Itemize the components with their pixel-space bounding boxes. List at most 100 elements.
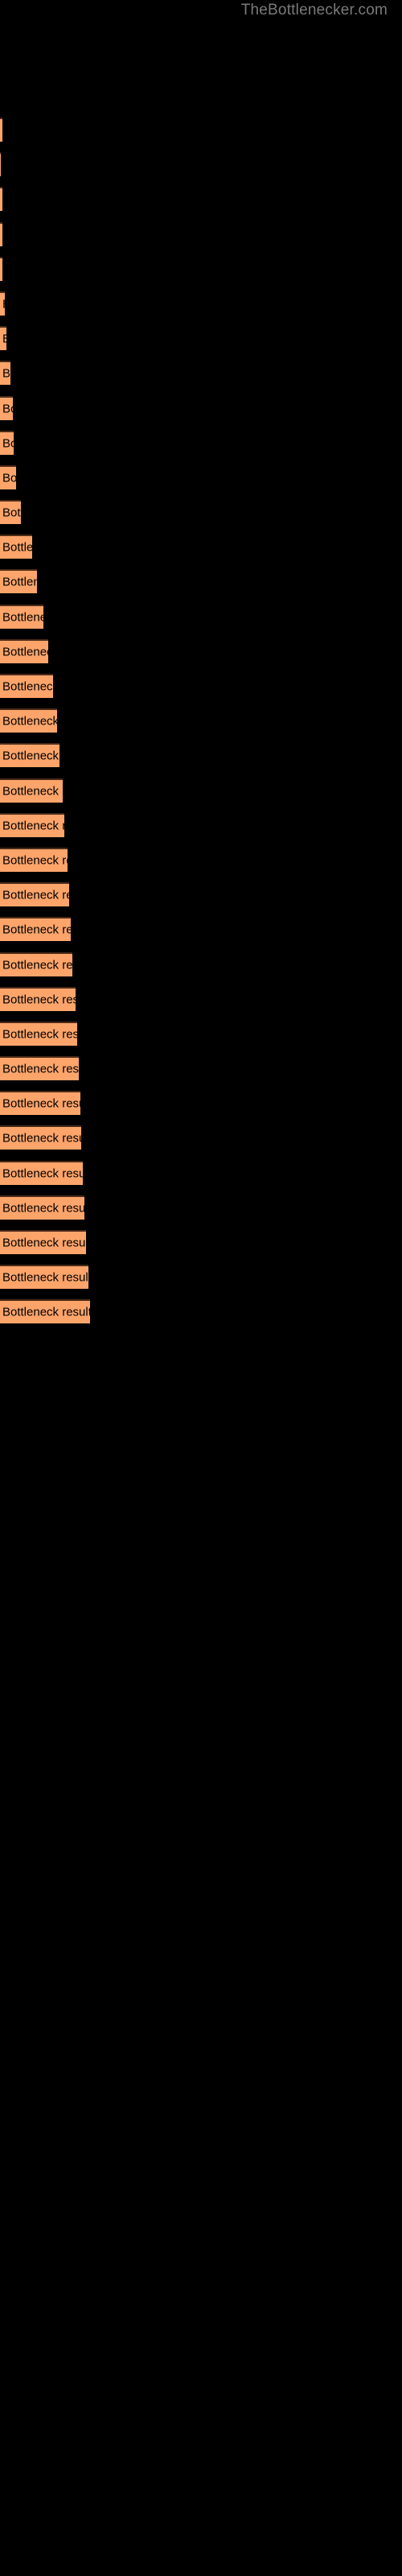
bar-row: Bottleneck result (0, 1225, 402, 1260)
bar-label: Bottleneck result (2, 436, 14, 451)
bar-label: Bottleneck result (2, 923, 71, 937)
bar[interactable]: Bottleneck result (0, 1021, 77, 1046)
bar[interactable]: Bottleneck result (0, 291, 5, 316)
bar-label: Bottleneck result (2, 958, 72, 972)
bar-row: Bottleneck result (0, 495, 402, 530)
bar[interactable]: Bottleneck result (0, 882, 69, 907)
bar[interactable]: Bottleneck result (0, 464, 16, 489)
bar-label: Bottleneck result (2, 575, 37, 589)
bar-label: Bottleneck result (2, 1166, 83, 1181)
bar-row: Bottleneck result (0, 217, 402, 252)
bar[interactable]: Bottleneck result (0, 1091, 80, 1116)
bar[interactable]: Bottleneck result (0, 118, 2, 142)
bar-label: Bottleneck result (2, 679, 53, 694)
bar-label: Bottleneck result (2, 1270, 88, 1285)
bar-row: Bottleneck result (0, 252, 402, 287)
bar[interactable]: Bottleneck result (0, 1299, 90, 1324)
bar[interactable]: Bottleneck result (0, 952, 72, 976)
bar-row: Bottleneck result (0, 774, 402, 808)
bar-row: Bottleneck result (0, 426, 402, 460)
bar-label: Bottleneck result (2, 332, 6, 346)
bar-row: Bottleneck result (0, 182, 402, 217)
bar[interactable]: Bottleneck result (0, 1265, 88, 1290)
bar-row: Bottleneck result (0, 564, 402, 599)
bar[interactable]: Bottleneck result (0, 221, 2, 246)
bar-row: Bottleneck result (0, 669, 402, 704)
bar[interactable]: Bottleneck result (0, 395, 13, 420)
bar-label: Bottleneck result (2, 1027, 77, 1042)
bar-row: Bottleneck result (0, 321, 402, 356)
bar-row: Bottleneck result (0, 1260, 402, 1294)
bar-row: Bottleneck result (0, 1294, 402, 1329)
bar[interactable]: Bottleneck result (0, 187, 2, 212)
bar-label: Bottleneck result (2, 471, 16, 485)
bar-label: Bottleneck result (2, 1201, 84, 1216)
bar-row: Bottleneck result (0, 704, 402, 738)
bar[interactable]: Bottleneck result (0, 361, 10, 386)
bar[interactable]: Bottleneck result (0, 917, 71, 942)
bar[interactable]: Bottleneck result (0, 1056, 79, 1081)
bar-row: Bottleneck result (0, 877, 402, 912)
site-watermark: TheBottlenecker.com (240, 2, 388, 19)
bar-label: Bottleneck result (2, 610, 43, 625)
bar-row: Bottleneck result (0, 738, 402, 773)
bar-row: Bottleneck result (0, 356, 402, 390)
bar-row: Bottleneck result (0, 1051, 402, 1086)
bar-label: Bottleneck result (2, 1305, 90, 1319)
bar-row: Bottleneck result (0, 147, 402, 182)
bar-label: Bottleneck result (2, 645, 48, 659)
bar-label: Bottleneck result (2, 1236, 86, 1250)
bar-label: Bottleneck result (2, 819, 64, 833)
bar-row: Bottleneck result (0, 1086, 402, 1121)
bar-label: Bottleneck result (2, 402, 13, 415)
bar[interactable]: Bottleneck result (0, 743, 59, 768)
bar-row: Bottleneck result (0, 808, 402, 843)
bar[interactable]: Bottleneck result (0, 535, 32, 559)
bar-label: Bottleneck result (2, 1062, 79, 1076)
bar[interactable]: Bottleneck result (0, 708, 57, 733)
bar-row: Bottleneck result (0, 460, 402, 495)
bar[interactable]: Bottleneck result (0, 778, 63, 803)
bar-row: Bottleneck result (0, 634, 402, 669)
bar-row: Bottleneck result (0, 982, 402, 1017)
bottleneck-bar-chart: Bottleneck result Bottleneck result Bottle… (0, 113, 402, 2576)
bar[interactable]: Bottleneck result (0, 1160, 83, 1185)
bar-row: Bottleneck result (0, 1156, 402, 1191)
bar-row: Bottleneck result (0, 600, 402, 634)
bar-row: Bottleneck result (0, 287, 402, 321)
bar[interactable]: Bottleneck result (0, 1195, 84, 1220)
bar[interactable]: Bottleneck result (0, 256, 2, 281)
bar-label: Bottleneck result (2, 784, 63, 799)
bar-label: Bottleneck result (2, 506, 21, 520)
bar-row: Bottleneck result (0, 1121, 402, 1155)
bar-label: Bottleneck result (2, 1131, 81, 1146)
bar-label: Bottleneck result (2, 993, 76, 1007)
bar-row: Bottleneck result (0, 1191, 402, 1225)
bar[interactable]: Bottleneck result (0, 1125, 81, 1150)
bar-row: Bottleneck result (0, 530, 402, 564)
bar[interactable]: Bottleneck result (0, 326, 6, 351)
bar[interactable]: Bottleneck result (0, 1230, 86, 1254)
bar[interactable]: Bottleneck result (0, 604, 43, 629)
bar-label: Bottleneck result (2, 1096, 80, 1111)
bar-label: Bottleneck result (2, 749, 59, 763)
bar-label: Bottleneck result (2, 853, 68, 868)
bar[interactable]: Bottleneck result (0, 674, 53, 698)
bar-row: Bottleneck result (0, 1017, 402, 1051)
bar-label: Bottleneck result (2, 297, 5, 311)
bar-row: Bottleneck result (0, 947, 402, 982)
bar[interactable]: Bottleneck result (0, 847, 68, 872)
bar-label: Bottleneck result (2, 540, 32, 555)
bar[interactable]: Bottleneck result (0, 430, 14, 455)
bar[interactable]: Bottleneck result (0, 500, 21, 525)
bar-row: Bottleneck result (0, 912, 402, 947)
bar-row: Bottleneck result (0, 391, 402, 426)
bar-label: Bottleneck result (2, 888, 69, 902)
bar[interactable]: Bottleneck result (0, 152, 1, 177)
bar[interactable]: Bottleneck result (0, 812, 64, 837)
bar-label: Bottleneck result (2, 714, 57, 729)
bar[interactable]: Bottleneck result (0, 638, 48, 663)
bar[interactable]: Bottleneck result (0, 569, 37, 594)
bar-row: Bottleneck result (0, 113, 402, 147)
bar[interactable]: Bottleneck result (0, 986, 76, 1011)
